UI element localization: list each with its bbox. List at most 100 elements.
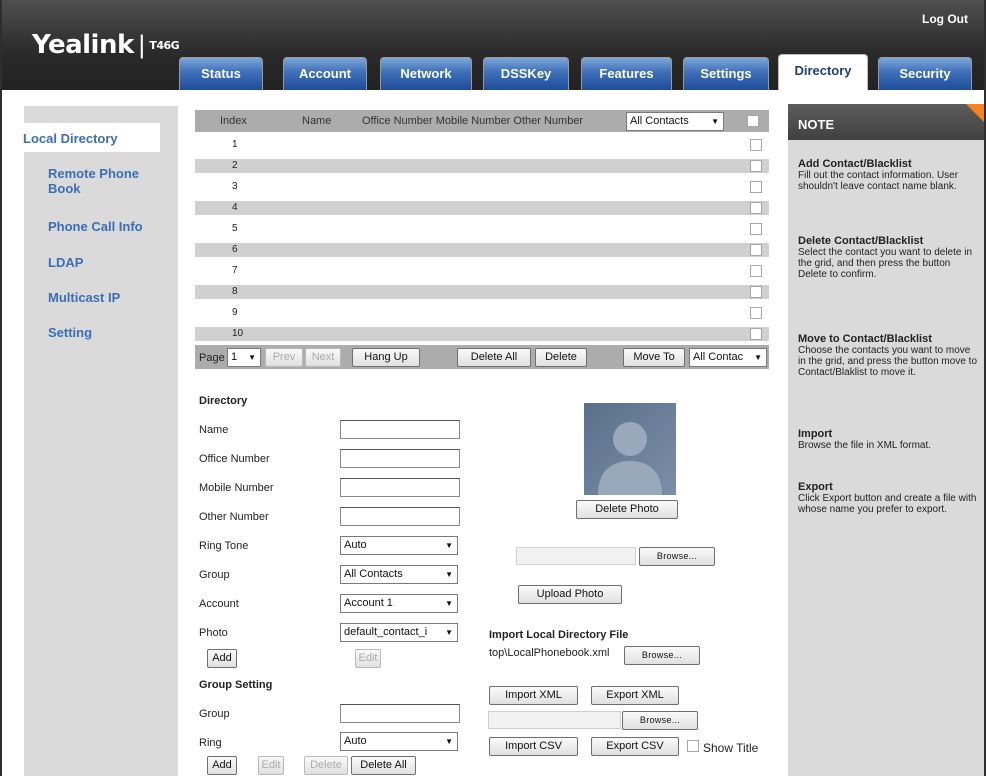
tab-status[interactable]: Status bbox=[179, 57, 263, 90]
row-index: 6 bbox=[232, 244, 238, 255]
tab-directory[interactable]: Directory bbox=[778, 54, 868, 90]
export-csv-button[interactable]: Export CSV bbox=[591, 737, 679, 756]
page-select[interactable]: 1 ▼ bbox=[227, 348, 261, 367]
tab-security[interactable]: Security bbox=[878, 57, 972, 90]
sidebar-item-remote-phone-book[interactable]: Remote Phone Book bbox=[48, 166, 158, 196]
account-select[interactable]: Account 1 ▼ bbox=[340, 594, 458, 613]
chevron-down-icon: ▼ bbox=[248, 353, 256, 362]
row-index: 10 bbox=[232, 328, 244, 339]
export-xml-button[interactable]: Export XML bbox=[591, 686, 679, 705]
photo-file-path[interactable] bbox=[516, 547, 636, 565]
select-all-checkbox[interactable] bbox=[747, 115, 759, 127]
table-row[interactable]: 8 bbox=[195, 285, 769, 299]
tab-features[interactable]: Features bbox=[581, 57, 672, 90]
photo-value: default_contact_i bbox=[344, 626, 428, 638]
table-row[interactable]: 9 bbox=[195, 306, 769, 320]
note-panel: NOTE Add Contact/Blacklist Fill out the … bbox=[788, 104, 984, 776]
import-section-title: Import Local Directory File bbox=[489, 629, 629, 641]
csv-file-path[interactable] bbox=[488, 711, 621, 729]
csv-browse-button[interactable]: Browse... bbox=[622, 711, 698, 730]
column-index: Index bbox=[220, 115, 247, 127]
row-checkbox[interactable] bbox=[750, 307, 762, 319]
delete-all-groups-button[interactable]: Delete All bbox=[351, 756, 416, 775]
photo-select[interactable]: default_contact_i ▼ bbox=[340, 623, 458, 642]
note-import-text: Browse the file in XML format. bbox=[798, 440, 932, 451]
avatar-icon bbox=[598, 422, 662, 495]
table-row[interactable]: 7 bbox=[195, 264, 769, 278]
group-ring-select[interactable]: Auto ▼ bbox=[340, 732, 458, 751]
row-checkbox[interactable] bbox=[750, 244, 762, 256]
edit-contact-button[interactable]: Edit bbox=[355, 649, 381, 668]
office-number-input[interactable] bbox=[340, 449, 460, 468]
other-number-input[interactable] bbox=[340, 507, 460, 526]
table-row[interactable]: 5 bbox=[195, 222, 769, 236]
upload-photo-button[interactable]: Upload Photo bbox=[518, 585, 622, 604]
import-csv-button[interactable]: Import CSV bbox=[489, 737, 578, 756]
note-delete-title: Delete Contact/Blacklist bbox=[798, 235, 924, 247]
delete-all-button[interactable]: Delete All bbox=[457, 348, 531, 367]
browser-frame: Yealink | T46G Log Out Status Account Netw… bbox=[0, 0, 986, 776]
mobile-number-input[interactable] bbox=[340, 478, 460, 497]
delete-group-button[interactable]: Delete bbox=[304, 756, 348, 775]
delete-photo-button[interactable]: Delete Photo bbox=[576, 500, 678, 519]
show-title-checkbox[interactable] bbox=[687, 740, 699, 752]
sidebar-item-setting[interactable]: Setting bbox=[48, 325, 92, 340]
tab-account[interactable]: Account bbox=[283, 57, 367, 90]
row-index: 2 bbox=[232, 160, 238, 171]
sidebar-item-multicast-ip[interactable]: Multicast IP bbox=[48, 290, 120, 305]
next-button[interactable]: Next bbox=[305, 348, 341, 367]
chevron-down-icon: ▼ bbox=[754, 353, 762, 362]
group-setting-ring-label: Ring bbox=[199, 737, 222, 749]
group-label: Group bbox=[199, 569, 230, 581]
import-xml-button[interactable]: Import XML bbox=[489, 686, 578, 705]
row-checkbox[interactable] bbox=[750, 265, 762, 277]
group-name-input[interactable] bbox=[340, 704, 460, 723]
table-row[interactable]: 2 bbox=[195, 159, 769, 173]
table-row[interactable]: 10 bbox=[195, 327, 769, 341]
sidebar-item-ldap[interactable]: LDAP bbox=[48, 255, 83, 270]
tab-network[interactable]: Network bbox=[380, 57, 472, 90]
table-row[interactable]: 1 bbox=[195, 138, 769, 152]
name-input[interactable] bbox=[340, 420, 460, 439]
note-export-text: Click Export button and create a file wi… bbox=[798, 493, 977, 515]
contacts-filter-select[interactable]: All Contacts ▼ bbox=[626, 112, 724, 131]
table-row[interactable]: 4 bbox=[195, 201, 769, 215]
contact-photo bbox=[584, 403, 676, 495]
directory-section-title: Directory bbox=[199, 395, 248, 407]
sidebar-item-local-directory[interactable]: Local Directory bbox=[10, 123, 160, 152]
note-delete-text: Select the contact you want to delete in… bbox=[798, 247, 972, 280]
group-ring-value: Auto bbox=[344, 735, 367, 747]
import-browse-button[interactable]: Browse... bbox=[624, 646, 700, 665]
chevron-down-icon: ▼ bbox=[445, 570, 453, 579]
note-add-title: Add Contact/Blacklist bbox=[798, 158, 912, 170]
contacts-filter-value: All Contacts bbox=[630, 115, 689, 127]
add-group-button[interactable]: Add bbox=[207, 756, 237, 775]
row-checkbox[interactable] bbox=[750, 328, 762, 340]
tab-dsskey[interactable]: DSSKey bbox=[483, 57, 569, 90]
group-setting-group-label: Group bbox=[199, 708, 230, 720]
move-target-select[interactable]: All Contac ▼ bbox=[689, 348, 767, 367]
move-to-button[interactable]: Move To bbox=[623, 348, 685, 367]
photo-label: Photo bbox=[199, 627, 228, 639]
row-checkbox[interactable] bbox=[750, 223, 762, 235]
logout-link[interactable]: Log Out bbox=[922, 12, 968, 26]
table-row[interactable]: 6 bbox=[195, 243, 769, 257]
delete-button[interactable]: Delete bbox=[535, 348, 587, 367]
prev-button[interactable]: Prev bbox=[265, 348, 303, 367]
row-checkbox[interactable] bbox=[750, 160, 762, 172]
row-checkbox[interactable] bbox=[750, 202, 762, 214]
add-contact-button[interactable]: Add bbox=[207, 649, 237, 668]
ring-tone-select[interactable]: Auto ▼ bbox=[340, 536, 458, 555]
group-select[interactable]: All Contacts ▼ bbox=[340, 565, 458, 584]
row-checkbox[interactable] bbox=[750, 286, 762, 298]
photo-browse-button[interactable]: Browse... bbox=[639, 547, 715, 566]
table-row[interactable]: 3 bbox=[195, 180, 769, 194]
row-checkbox[interactable] bbox=[750, 139, 762, 151]
note-move-text: Choose the contacts you want to move in … bbox=[798, 345, 977, 378]
edit-group-button[interactable]: Edit bbox=[258, 756, 284, 775]
sidebar-item-phone-call-info[interactable]: Phone Call Info bbox=[48, 219, 143, 234]
row-checkbox[interactable] bbox=[750, 181, 762, 193]
tab-settings[interactable]: Settings bbox=[683, 57, 769, 90]
show-title-label: Show Title bbox=[703, 741, 759, 755]
hang-up-button[interactable]: Hang Up bbox=[352, 348, 420, 367]
